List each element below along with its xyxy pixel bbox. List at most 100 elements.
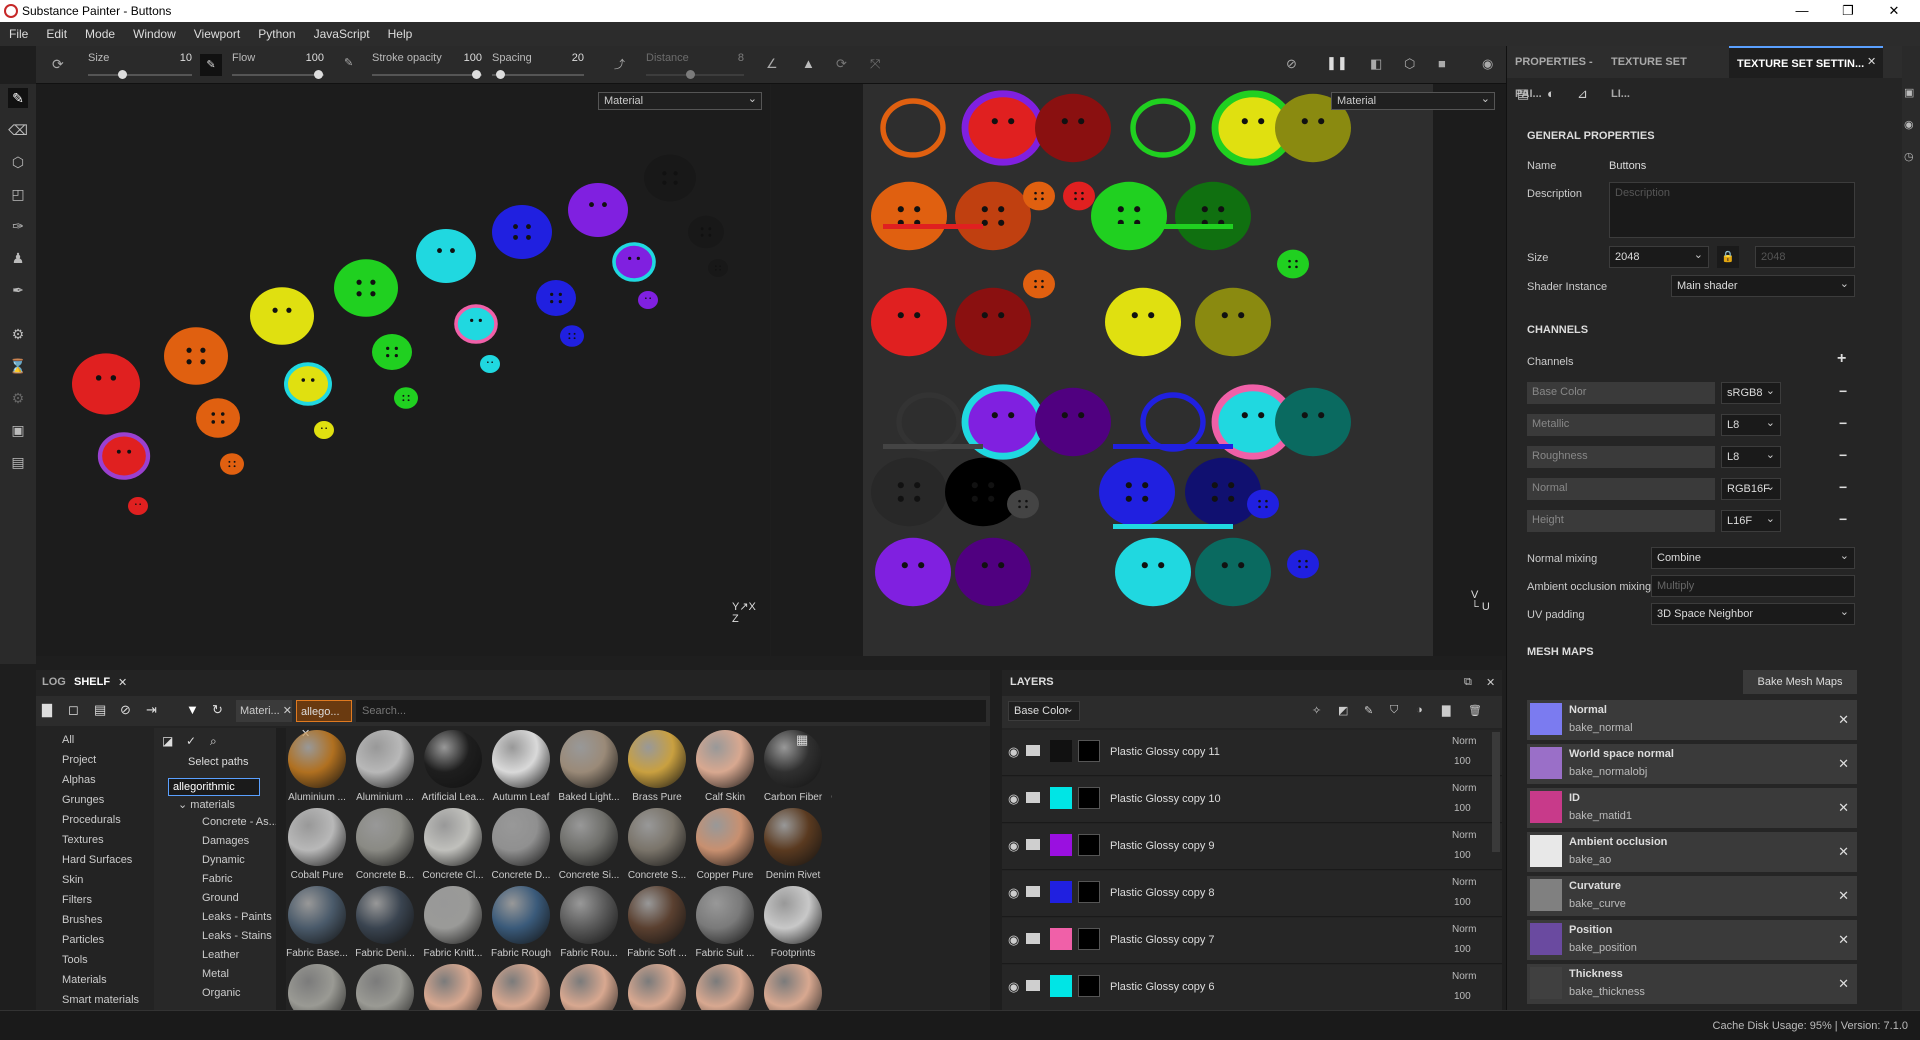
layer-row[interactable]: ◉ Plastic Glossy copy 8 Norm 100	[1002, 871, 1502, 917]
tree-item[interactable]: Leaks - Stains	[202, 930, 272, 942]
shelf-category[interactable]: Skin	[62, 874, 83, 886]
tree-item[interactable]: Fabric	[202, 873, 233, 885]
channel-format-select[interactable]: sRGB8	[1721, 381, 1781, 404]
polygon-fill-icon[interactable]: ◰	[8, 184, 28, 204]
folder-select-icon[interactable]: ◪	[162, 734, 173, 748]
display-settings-icon[interactable]: ⬡	[1404, 56, 1415, 72]
material-thumbnail[interactable]	[556, 964, 622, 1010]
material-thumbnail[interactable]	[624, 964, 690, 1010]
close-tab-icon[interactable]: ✕	[1867, 55, 1876, 68]
color-picker-icon[interactable]: ✒	[8, 280, 28, 300]
material-thumbnail[interactable]: Baked Light...	[556, 730, 622, 808]
tree-item[interactable]: Damages	[202, 835, 249, 847]
layer-opacity[interactable]: 100	[1454, 944, 1471, 955]
material-thumbnail[interactable]: Gold Pure	[828, 886, 832, 964]
photoshop-icon[interactable]: ▣	[8, 420, 28, 440]
history-icon[interactable]: ◷	[1904, 150, 1914, 163]
minimize-button[interactable]: —	[1780, 0, 1824, 22]
remove-channel-button[interactable]: −	[1839, 383, 1847, 399]
material-thumbnail[interactable]: Fabric Rou...	[556, 886, 622, 964]
stroke-pen-icon[interactable]: ✎	[344, 56, 353, 69]
remove-mesh-map-icon[interactable]: ✕	[1838, 800, 1849, 816]
eraser-icon[interactable]: ⌫	[8, 120, 28, 140]
material-thumbnail[interactable]: Autumn Leaf	[488, 730, 554, 808]
menu-mode[interactable]: Mode	[76, 22, 124, 46]
material-thumbnail[interactable]: Fabric Soft ...	[624, 886, 690, 964]
shelf-category[interactable]: Alphas	[62, 774, 96, 786]
layer-row[interactable]: ◉ Plastic Glossy copy 9 Norm 100	[1002, 824, 1502, 870]
material-thumbnail[interactable]: Cobalt Pure	[284, 808, 350, 886]
bake-mesh-maps-button[interactable]: Bake Mesh Maps	[1743, 670, 1857, 694]
shelf-category[interactable]: Hard Surfaces	[62, 854, 132, 866]
display-icon[interactable]: ▣	[1904, 86, 1914, 99]
tree-folder-materials[interactable]: ⌄ materials	[178, 798, 235, 811]
layer-blend-mode[interactable]: Norm	[1452, 971, 1476, 982]
layer-mask-thumbnail[interactable]	[1078, 740, 1100, 762]
pen-pressure-icon[interactable]: ✎	[200, 54, 222, 76]
iray-icon[interactable]: ⌛	[8, 356, 28, 376]
shelf-category[interactable]: Particles	[62, 934, 104, 946]
angle-icon[interactable]: ∠	[766, 56, 778, 72]
distance-slider[interactable]: Distance 8	[646, 50, 744, 80]
visibility-eye-icon[interactable]: ◉	[1008, 885, 1019, 901]
material-thumbnail[interactable]: Artificial Lea...	[420, 730, 486, 808]
remove-mesh-map-icon[interactable]: ✕	[1838, 888, 1849, 904]
tree-item[interactable]: Leaks - Paints	[202, 911, 272, 923]
channel-row[interactable]: Roughness	[1527, 446, 1715, 468]
layers-scrollbar[interactable]	[1492, 732, 1500, 852]
tree-root-allegorithmic[interactable]: allegorithmic	[168, 778, 260, 796]
lazy-mouse-icon[interactable]: ⤴	[614, 56, 625, 72]
shelf-category[interactable]: Textures	[62, 834, 104, 846]
settings-icon[interactable]: ⚙	[8, 388, 28, 408]
channel-row[interactable]: Normal	[1527, 478, 1715, 500]
tab-log[interactable]: LOG	[42, 676, 66, 688]
mesh-map-item[interactable]: Position bake_position ✕	[1527, 920, 1857, 960]
tab-texture-set-list[interactable]: TEXTURE SET LI...	[1603, 46, 1699, 100]
material-thumbnail[interactable]	[352, 964, 418, 1010]
material-thumbnail[interactable]: Concrete S...	[624, 808, 690, 886]
flow-slider[interactable]: Flow 100	[232, 50, 324, 80]
layer-opacity[interactable]: 100	[1454, 803, 1471, 814]
mesh-map-item[interactable]: ID bake_matid1 ✕	[1527, 788, 1857, 828]
description-field[interactable]: Description	[1609, 182, 1855, 238]
visibility-eye-icon[interactable]: ◉	[1008, 744, 1019, 760]
material-thumbnail[interactable]: Fabric Base...	[284, 886, 350, 964]
viewport-3d[interactable]: Material Y↗XZ	[36, 84, 770, 656]
search-icon[interactable]: ⌕	[210, 734, 217, 749]
stroke-opacity-slider[interactable]: Stroke opacity 100	[372, 50, 482, 80]
material-thumbnail[interactable]: Fabric Suit ...	[692, 886, 758, 964]
layer-opacity[interactable]: 100	[1454, 991, 1471, 1002]
remove-channel-button[interactable]: −	[1839, 511, 1847, 527]
mirror-icon[interactable]: ▲	[802, 56, 815, 71]
visibility-eye-icon[interactable]: ◉	[1008, 932, 1019, 948]
material-thumbnail[interactable]: Fabric Knitt...	[420, 886, 486, 964]
add-effect-icon[interactable]: ✧	[1312, 704, 1321, 717]
material-thumbnail[interactable]: Fabric Deni...	[352, 886, 418, 964]
remove-channel-button[interactable]: −	[1839, 479, 1847, 495]
material-thumbnail[interactable]	[488, 964, 554, 1010]
layer-mask-thumbnail[interactable]	[1078, 975, 1100, 997]
layer-row[interactable]: ◉ Plastic Glossy copy 7 Norm 100	[1002, 918, 1502, 964]
add-paint-layer-icon[interactable]: ✎	[1364, 704, 1373, 717]
uv-padding-select[interactable]: 3D Space Neighbor	[1651, 602, 1855, 625]
remove-mesh-map-icon[interactable]: ✕	[1838, 844, 1849, 860]
tree-item[interactable]: Concrete - As...	[202, 816, 278, 828]
layer-row[interactable]: ◉ Plastic Glossy copy 11 Norm 100	[1002, 730, 1502, 776]
remove-mesh-map-icon[interactable]: ✕	[1838, 932, 1849, 948]
remove-channel-button[interactable]: −	[1839, 447, 1847, 463]
layer-row[interactable]: ◉ Plastic Glossy copy 10 Norm 100	[1002, 777, 1502, 823]
grid-view-icon[interactable]: ▦	[796, 732, 808, 748]
layer-mask-thumbnail[interactable]	[1078, 787, 1100, 809]
menu-edit[interactable]: Edit	[37, 22, 76, 46]
layer-blend-mode[interactable]: Norm	[1452, 830, 1476, 841]
symmetry-icon[interactable]: ⟳	[52, 56, 64, 73]
tree-item[interactable]: Metal	[202, 968, 229, 980]
close-layers-icon[interactable]: ✕	[1486, 676, 1495, 689]
material-thumbnail[interactable]: Carbon Fiber	[760, 730, 826, 808]
menu-file[interactable]: File	[0, 22, 37, 46]
material-thumbnail[interactable]	[420, 964, 486, 1010]
shelf-category[interactable]: Materials	[62, 974, 107, 986]
mesh-map-item[interactable]: Normal bake_normal ✕	[1527, 700, 1857, 740]
add-smart-material-icon[interactable]: ◑	[1416, 704, 1423, 716]
spacing-slider[interactable]: Spacing 20	[492, 50, 584, 80]
